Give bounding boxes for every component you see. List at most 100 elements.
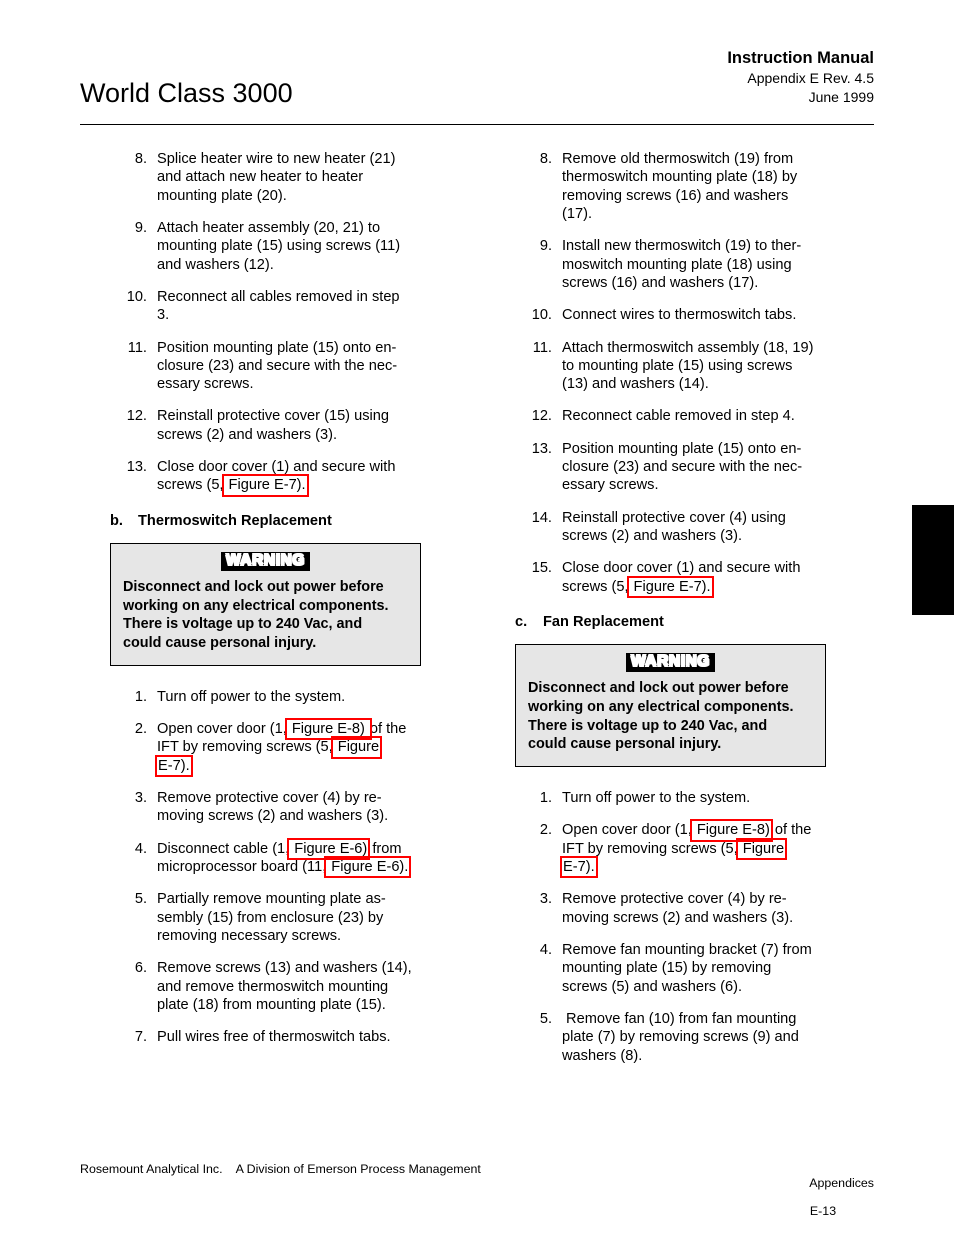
step-number: 9.	[134, 219, 147, 236]
list-item: 7. Pull wires free of thermoswitch tabs.	[110, 1028, 470, 1046]
step-text-fragment: Open cover door (1,	[562, 822, 692, 839]
warning-line: There is voltage up to 240 Vac, and	[528, 717, 768, 734]
figure-reference-annotation[interactable]: Figure	[738, 840, 785, 858]
step-line: (13) and washers (14).	[562, 376, 709, 393]
step-line: Remove screws (13) and washers (14),	[157, 960, 412, 977]
step-text: Close door cover (1) and secure with scr…	[157, 458, 470, 495]
step-line: microprocessor board (11, Figure E-6).	[157, 858, 470, 876]
figure-reference-annotation[interactable]: E-7).	[157, 757, 191, 775]
warning-line: There is voltage up to 240 Vac, and	[123, 616, 363, 633]
list-item: 13. Position mounting plate (15) onto en…	[515, 440, 875, 495]
warning-banner: WARNING	[220, 551, 311, 571]
step-line: washers (8).	[562, 1047, 643, 1064]
step-text: Splice heater wire to new heater (21) an…	[157, 150, 470, 205]
warning-line: could cause personal injury.	[123, 635, 317, 652]
step-line: moswitch mounting plate (18) using	[562, 256, 792, 273]
step-line: Connect wires to thermoswitch tabs.	[562, 307, 797, 324]
step-number: 8.	[134, 151, 147, 167]
warning-box: WARNING Disconnect and lock out power be…	[110, 542, 421, 666]
step-text: Turn off power to the system.	[562, 789, 875, 807]
step-number: 1.	[134, 688, 147, 705]
figure-reference-annotation[interactable]: Figure E-7).	[224, 476, 307, 494]
step-line: Close door cover (1) and secure with	[157, 459, 396, 476]
step-text: Pull wires free of thermoswitch tabs.	[157, 1028, 470, 1046]
step-line: Pull wires free of thermoswitch tabs.	[157, 1029, 391, 1046]
step-number: 10.	[126, 288, 147, 305]
step-number: 12.	[531, 408, 552, 425]
step-text: Remove old thermoswitch (19) from thermo…	[562, 150, 875, 223]
list-item: 15. Close door cover (1) and secure with…	[515, 559, 875, 596]
list-item: 10. Reconnect all cables removed in step…	[110, 288, 470, 325]
step-text-fragment: screws (5,	[562, 578, 629, 595]
step-line: IFT by removing screws (5, Figure	[157, 738, 470, 756]
step-text: Position mounting plate (15) onto en- cl…	[562, 440, 875, 495]
step-text: Remove fan (10) from fan mounting plate …	[562, 1010, 875, 1065]
figure-reference-annotation[interactable]: Figure	[333, 738, 380, 756]
step-line: mounting plate (15) using screws (11)	[157, 238, 401, 255]
step-text-fragment: of the	[369, 721, 407, 738]
list-item: 4. Remove fan mounting bracket (7) from …	[515, 941, 875, 996]
list-item: 11. Attach thermoswitch assembly (18, 19…	[515, 339, 875, 394]
step-line: sembly (15) from enclosure (23) by	[157, 909, 384, 926]
step-text: Remove protective cover (4) by re- movin…	[157, 789, 470, 826]
step-number: 5.	[539, 1010, 552, 1027]
step-line: mounting plate (20).	[157, 187, 287, 204]
warning-banner-container: WARNING	[528, 652, 813, 673]
step-number: 5.	[134, 891, 147, 908]
figure-reference-annotation[interactable]: Figure E-8)	[287, 720, 370, 738]
warning-line: working on any electrical components.	[123, 597, 389, 614]
list-item: 12. Reinstall protective cover (15) usin…	[110, 407, 470, 444]
step-text: Attach heater assembly (20, 21) to mount…	[157, 219, 470, 274]
step-line: closure (23) and secure with the nec-	[562, 459, 803, 476]
list-item: 2. Open cover door (1, Figure E-8) of th…	[515, 821, 875, 876]
appendix-revision: Appendix E Rev. 4.5	[747, 70, 874, 87]
step-text-fragment: microprocessor board (11,	[157, 859, 327, 876]
step-text: Remove screws (13) and washers (14), and…	[157, 959, 470, 1014]
step-line: Reconnect all cables removed in step	[157, 288, 400, 305]
step-line: removing necessary screws.	[157, 927, 342, 944]
figure-reference-annotation[interactable]: Figure E-6).	[326, 858, 409, 876]
step-line: Attach thermoswitch assembly (18, 19)	[562, 339, 814, 356]
step-number: 3.	[134, 790, 147, 807]
step-line: Splice heater wire to new heater (21)	[157, 151, 396, 167]
step-line: IFT by removing screws (5, Figure	[562, 840, 875, 858]
step-number: 7.	[134, 1029, 147, 1046]
step-line: moving screws (2) and washers (3).	[562, 909, 794, 926]
figure-reference-annotation[interactable]: E-7).	[562, 858, 596, 876]
warning-banner-container: WARNING	[123, 551, 408, 571]
list-item: 3. Remove protective cover (4) by re- mo…	[110, 789, 470, 826]
publication-date: June 1999	[808, 88, 874, 105]
list-item: 2. Open cover door (1, Figure E-8) of th…	[110, 720, 470, 775]
step-number: 11.	[127, 339, 147, 356]
step-number: 9.	[539, 238, 552, 255]
step-line: Open cover door (1, Figure E-8) of the	[157, 720, 470, 738]
step-line: Open cover door (1, Figure E-8) of the	[562, 821, 875, 839]
footer-company: Rosemount Analytical Inc. A Division of …	[80, 1162, 481, 1176]
step-line: 3.	[157, 307, 170, 324]
step-line: Disconnect cable (1, Figure E-6) from	[157, 840, 470, 858]
list-item: 10. Connect wires to thermoswitch tabs.	[515, 306, 875, 324]
section-edge-tab	[912, 505, 954, 615]
step-text-fragment: IFT by removing screws (5,	[562, 840, 738, 857]
step-number: 2.	[134, 721, 147, 738]
step-text: Open cover door (1, Figure E-8) of the I…	[562, 821, 875, 876]
list-item: 5. Remove fan (10) from fan mounting pla…	[515, 1010, 875, 1065]
step-line: moving screws (2) and washers (3).	[157, 808, 389, 825]
step-text-fragment: IFT by removing screws (5,	[157, 739, 333, 756]
header-meta: Instruction Manual Appendix E Rev. 4.5 J…	[727, 48, 874, 106]
figure-reference-annotation[interactable]: Figure E-6)	[289, 840, 368, 858]
step-number: 6.	[134, 960, 147, 977]
page-header: World Class 3000 Instruction Manual Appe…	[80, 48, 874, 126]
step-text: Reconnect cable removed in step 4.	[562, 407, 875, 425]
step-number: 11.	[532, 339, 552, 356]
warning-banner: WARNING	[625, 652, 716, 673]
step-number: 1.	[539, 790, 552, 807]
step-number: 4.	[539, 941, 552, 958]
step-line: Reconnect cable removed in step 4.	[562, 408, 795, 425]
step-text-fragment: Open cover door (1,	[157, 721, 287, 738]
figure-reference-annotation[interactable]: Figure E-7).	[629, 578, 712, 596]
document-title: World Class 3000	[80, 78, 293, 108]
list-item: 8. Remove old thermoswitch (19) from the…	[515, 150, 875, 223]
document-page: World Class 3000 Instruction Manual Appe…	[0, 0, 954, 1235]
figure-reference-annotation[interactable]: Figure E-8)	[692, 821, 771, 839]
